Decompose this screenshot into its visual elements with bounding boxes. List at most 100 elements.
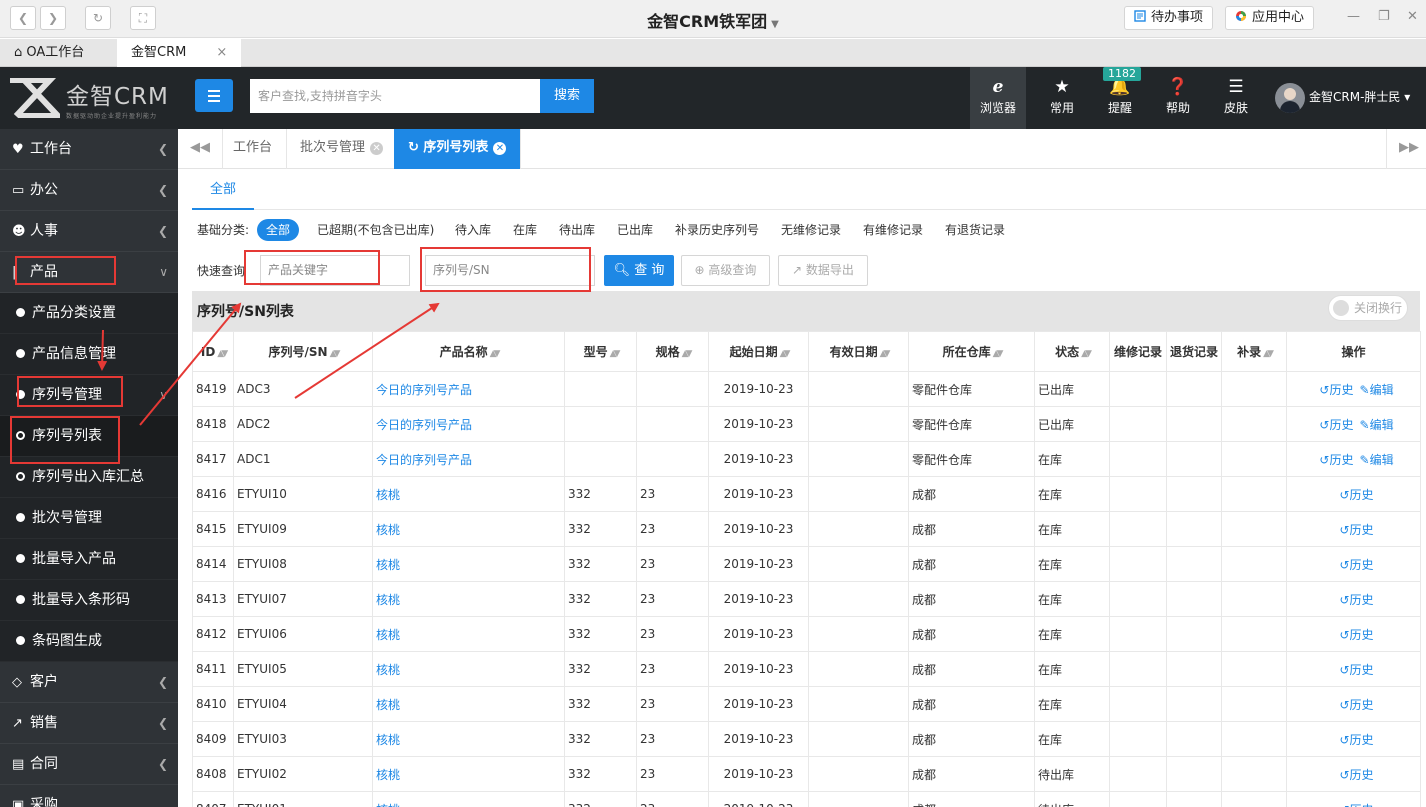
sidebar-sub-barcode-gen[interactable]: 条码图生成 xyxy=(0,621,178,662)
sidebar-sub-category[interactable]: 产品分类设置 xyxy=(0,293,178,334)
column-header[interactable]: 产品名称 ▲▼ xyxy=(372,331,565,372)
app-center-button[interactable]: 应用中心 xyxy=(1225,6,1315,30)
sidebar-item-sales[interactable]: ↗ 销售 ❮ xyxy=(0,703,178,744)
column-header[interactable]: ID ▲▼ xyxy=(192,331,234,372)
edit-link[interactable]: ✎编辑 xyxy=(1360,383,1394,397)
history-link[interactable]: ↺历史 xyxy=(1339,663,1373,677)
sidebar-item-workbench[interactable]: ♥ 工作台 ❮ xyxy=(0,129,178,170)
restore-icon[interactable]: ❐ xyxy=(1378,9,1390,24)
sidebar-item-purchase[interactable]: ▣ 采购 xyxy=(0,785,178,807)
wrap-toggle[interactable]: 关闭换行 xyxy=(1328,295,1408,321)
product-link[interactable]: 核桃 xyxy=(376,663,400,677)
column-header[interactable]: 有效日期 ▲▼ xyxy=(808,331,909,372)
sidebar-item-office[interactable]: ▭ 办公 ❮ xyxy=(0,170,178,211)
user-menu[interactable]: 金智CRM-胖士民 ▾ xyxy=(1275,82,1410,113)
edit-link[interactable]: ✎编辑 xyxy=(1360,418,1394,432)
history-link[interactable]: ↺历史 xyxy=(1339,593,1373,607)
product-link[interactable]: 核桃 xyxy=(376,628,400,642)
sidebar-sub-batch-mgmt[interactable]: 批次号管理 xyxy=(0,498,178,539)
cell-product[interactable]: 核桃 xyxy=(372,756,565,792)
history-link[interactable]: ↺历史 xyxy=(1339,698,1373,712)
product-link[interactable]: 核桃 xyxy=(376,593,400,607)
sidebar-sub-import-product[interactable]: 批量导入产品 xyxy=(0,539,178,580)
column-header[interactable]: 起始日期 ▲▼ xyxy=(708,331,809,372)
product-link[interactable]: 核桃 xyxy=(376,803,400,807)
sidebar-item-customer[interactable]: ◇ 客户 ❮ xyxy=(0,662,178,703)
cell-product[interactable]: 核桃 xyxy=(372,511,565,547)
cell-product[interactable]: 今日的序列号产品 xyxy=(372,441,565,477)
nav-browser[interactable]: e 浏览器 xyxy=(970,67,1026,129)
cell-product[interactable]: 核桃 xyxy=(372,616,565,652)
tab-workbench[interactable]: 工作台 xyxy=(219,129,288,169)
customer-search-input[interactable]: 客户查找,支持拼音字头 xyxy=(250,79,540,113)
browser-tab-oa[interactable]: ⌂ OA工作台 xyxy=(0,39,98,67)
history-link[interactable]: ↺历史 xyxy=(1339,523,1373,537)
tab-batch-mgmt[interactable]: 批次号管理 ✕ xyxy=(286,129,399,169)
cell-product[interactable]: 核桃 xyxy=(372,581,565,617)
query-button[interactable]: 🔍︎ 查 询 xyxy=(604,255,674,286)
category-backfill[interactable]: 补录历史序列号 xyxy=(675,219,759,241)
category-all[interactable]: 全部 xyxy=(257,219,300,241)
product-link[interactable]: 核桃 xyxy=(376,523,400,537)
cell-product[interactable]: 核桃 xyxy=(372,651,565,687)
category-no-repair[interactable]: 无维修记录 xyxy=(781,219,841,241)
category-in-stock[interactable]: 在库 xyxy=(513,219,537,241)
brand-logo[interactable]: 金智CRM 数据驱动助企业提升盈利能力 xyxy=(8,76,178,122)
cell-product[interactable]: 核桃 xyxy=(372,546,565,582)
product-link[interactable]: 核桃 xyxy=(376,558,400,572)
history-link[interactable]: ↺历史 xyxy=(1339,733,1373,747)
nav-skin[interactable]: ☰ 皮肤 xyxy=(1210,67,1262,129)
history-link[interactable]: ↺历史 xyxy=(1319,383,1353,397)
sidebar-sub-import-barcode[interactable]: 批量导入条形码 xyxy=(0,580,178,621)
category-pending-out[interactable]: 待出库 xyxy=(559,219,595,241)
cell-product[interactable]: 核桃 xyxy=(372,476,565,512)
column-header[interactable]: 补录 ▲▼ xyxy=(1221,331,1287,372)
column-header[interactable]: 规格 ▲▼ xyxy=(636,331,709,372)
edit-link[interactable]: ✎编辑 xyxy=(1360,453,1394,467)
sidebar-sub-product-info[interactable]: 产品信息管理 xyxy=(0,334,178,375)
nav-help[interactable]: ❓ 帮助 xyxy=(1152,67,1204,129)
product-link[interactable]: 核桃 xyxy=(376,768,400,782)
history-link[interactable]: ↺历史 xyxy=(1339,558,1373,572)
menu-toggle-button[interactable] xyxy=(195,79,233,112)
minimize-icon[interactable]: — xyxy=(1347,9,1360,24)
history-link[interactable]: ↺历史 xyxy=(1319,453,1353,467)
advanced-query-button[interactable]: ⊕ 高级查询 xyxy=(681,255,770,286)
product-link[interactable]: 核桃 xyxy=(376,698,400,712)
product-link[interactable]: 核桃 xyxy=(376,488,400,502)
history-link[interactable]: ↺历史 xyxy=(1319,418,1353,432)
history-link[interactable]: ↺历史 xyxy=(1339,628,1373,642)
product-link[interactable]: 今日的序列号产品 xyxy=(376,383,472,397)
cell-product[interactable]: 核桃 xyxy=(372,721,565,757)
column-header[interactable]: 状态 ▲▼ xyxy=(1034,331,1110,372)
category-pending-in[interactable]: 待入库 xyxy=(455,219,491,241)
product-link[interactable]: 核桃 xyxy=(376,733,400,747)
product-link[interactable]: 今日的序列号产品 xyxy=(376,453,472,467)
close-icon[interactable]: ✕ xyxy=(1407,9,1418,24)
category-shipped[interactable]: 已出库 xyxy=(617,219,653,241)
tabs-scroll-right[interactable]: ▶▶ xyxy=(1386,129,1426,169)
cell-product[interactable]: 今日的序列号产品 xyxy=(372,371,565,407)
tab-close-icon[interactable]: ✕ xyxy=(493,142,507,155)
category-has-repair[interactable]: 有维修记录 xyxy=(863,219,923,241)
browser-tab-crm[interactable]: 金智CRM × xyxy=(117,39,242,67)
cell-product[interactable]: 今日的序列号产品 xyxy=(372,406,565,442)
column-header[interactable]: 序列号/SN ▲▼ xyxy=(233,331,373,372)
search-button[interactable]: 搜索 xyxy=(540,79,594,113)
category-has-return[interactable]: 有退货记录 xyxy=(945,219,1005,241)
history-link[interactable]: ↺历史 xyxy=(1339,488,1373,502)
sidebar-item-hr[interactable]: ☻ 人事 ❮ xyxy=(0,211,178,252)
column-header[interactable]: 所在仓库 ▲▼ xyxy=(908,331,1035,372)
todo-button[interactable]: 待办事项 xyxy=(1124,6,1214,30)
nav-favorites[interactable]: ★ 常用 xyxy=(1036,67,1088,129)
tabs-scroll-left[interactable]: ◀◀ xyxy=(178,129,223,169)
cell-product[interactable]: 核桃 xyxy=(372,686,565,722)
export-button[interactable]: ↗ 数据导出 xyxy=(778,255,868,286)
product-link[interactable]: 今日的序列号产品 xyxy=(376,418,472,432)
cell-product[interactable]: 核桃 xyxy=(372,791,565,807)
tab-serial-list[interactable]: ↻ 序列号列表 ✕ xyxy=(394,129,522,169)
column-header[interactable]: 型号 ▲▼ xyxy=(564,331,637,372)
history-link[interactable]: ↺历史 xyxy=(1339,803,1373,807)
tab-close-icon[interactable]: × xyxy=(216,45,227,60)
category-overdue[interactable]: 已超期(不包含已出库) xyxy=(317,219,434,241)
